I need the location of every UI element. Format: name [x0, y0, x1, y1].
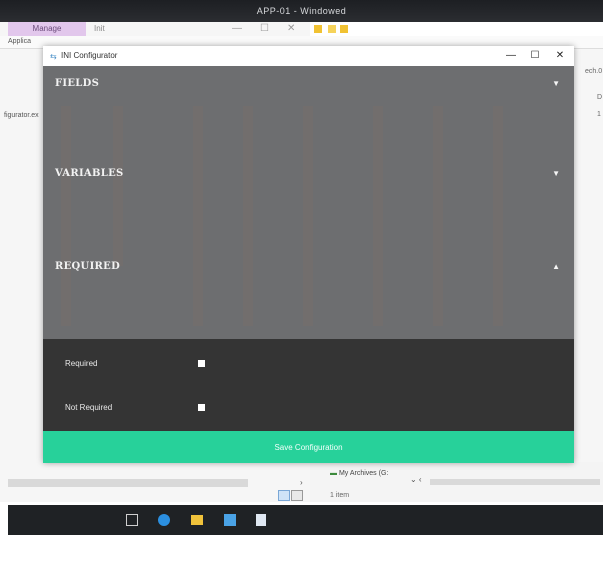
folder-icon[interactable]	[314, 25, 322, 33]
background-texture	[493, 106, 503, 326]
background-texture	[113, 106, 123, 266]
new-folder-icon[interactable]	[340, 25, 348, 33]
server-manager-icon[interactable]	[224, 514, 236, 526]
section-label: REQUIRED	[55, 261, 121, 272]
section-label: VARIABLES	[55, 168, 124, 179]
app-window-icon: ⇆	[50, 52, 57, 61]
nav-item-label: My Archives (G:	[338, 470, 389, 477]
drive-icon: ▬	[330, 470, 337, 477]
required-checkbox[interactable]	[198, 360, 205, 367]
file-list-item[interactable]: figurator.ex	[4, 112, 39, 119]
background-texture	[193, 106, 203, 326]
nav-item-my-archives[interactable]: ▬ My Archives (G:	[330, 470, 388, 477]
section-label: FIELDS	[55, 78, 100, 89]
background-texture	[433, 106, 443, 326]
bg-maximize-button[interactable]: ☐	[260, 22, 269, 36]
section-header-required[interactable]: REQUIRED ▲	[43, 257, 574, 279]
below-taskbar-area	[0, 535, 603, 561]
status-item-count: 1 item	[330, 492, 350, 499]
application-tools-tab[interactable]: Applica	[8, 36, 31, 48]
details-view-icon[interactable]	[278, 490, 290, 501]
remote-window-title: APP-01 - Windowed	[256, 6, 347, 16]
scroll-right-arrow-icon[interactable]: ›	[300, 478, 303, 487]
app-title: INI Configurator	[61, 51, 118, 60]
caret-down-icon[interactable]: ▼	[552, 79, 560, 88]
caret-down-icon[interactable]: ▼	[552, 169, 560, 178]
not-required-option-label: Not Required	[65, 403, 113, 412]
app-icon[interactable]	[256, 514, 266, 526]
caret-up-icon[interactable]: ▲	[552, 262, 560, 271]
expand-arrow-icon[interactable]: ⌄ ‹	[410, 475, 422, 484]
column-value-1: 1	[597, 111, 601, 118]
edge-icon[interactable]	[158, 514, 170, 526]
remote-window-titlebar: APP-01 - Windowed	[0, 0, 603, 22]
maximize-button[interactable]: ☐	[524, 48, 546, 64]
not-required-checkbox[interactable]	[198, 404, 205, 411]
background-texture	[61, 106, 71, 326]
file-explorer-icon[interactable]	[191, 515, 203, 525]
background-texture	[243, 106, 253, 326]
horizontal-scrollbar[interactable]	[8, 479, 248, 487]
large-icons-view-icon[interactable]	[291, 490, 303, 501]
ini-configurator-window: ⇆ INI Configurator — ☐ ✕ FIELDS ▼ VARIAB…	[43, 46, 574, 463]
required-options-panel: Required Not Required	[43, 339, 574, 431]
section-header-variables[interactable]: VARIABLES ▼	[43, 164, 574, 186]
manage-tab[interactable]: Manage	[8, 22, 86, 36]
save-configuration-button[interactable]: Save Configuration	[43, 431, 574, 463]
quick-access-toolbar	[310, 22, 603, 36]
ribbon-tab[interactable]: Init	[86, 22, 234, 36]
column-header-d: D	[597, 94, 603, 101]
nav-scrollbar[interactable]	[430, 479, 600, 485]
properties-icon[interactable]	[328, 25, 336, 33]
background-texture	[373, 106, 383, 326]
task-view-icon[interactable]	[126, 514, 138, 526]
background-texture	[303, 106, 313, 326]
bg-minimize-button[interactable]: —	[232, 22, 242, 36]
minimize-button[interactable]: —	[500, 48, 522, 64]
app-titlebar: ⇆ INI Configurator — ☐ ✕	[43, 46, 574, 66]
bg-close-button[interactable]: ✕	[287, 22, 295, 36]
required-option-label: Required	[65, 359, 98, 368]
close-button[interactable]: ✕	[549, 48, 571, 64]
taskbar	[8, 505, 603, 535]
search-fragment: ech.0	[585, 68, 603, 75]
section-header-fields[interactable]: FIELDS ▼	[43, 74, 574, 96]
